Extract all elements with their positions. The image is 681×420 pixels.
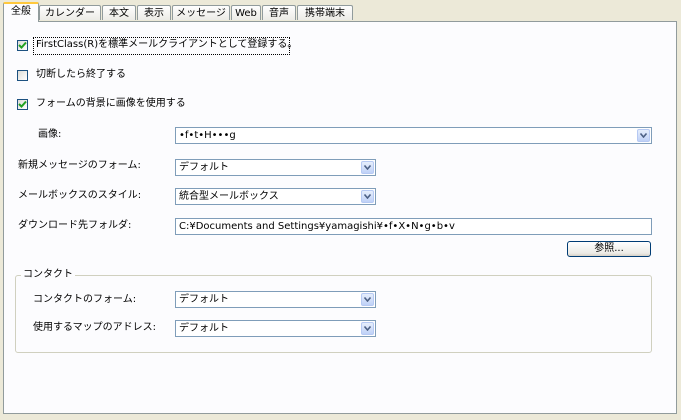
image-label: 画像: [38, 129, 62, 140]
download-folder-value: C:¥Documents and Settings¥yamagishi¥•f•X… [179, 221, 455, 232]
contact-form-label: コンタクトのフォーム: [33, 294, 137, 305]
chevron-down-icon [364, 165, 371, 170]
quit-on-disconnect-label: 切断したら終了する [36, 69, 126, 80]
mailbox-style-value: 統合型メールボックス [179, 191, 279, 202]
register-default-client-label: FirstClass(R)を標準メールクライアントとして登録する。 [36, 39, 298, 50]
mailbox-style-select[interactable]: 統合型メールボックス [175, 188, 376, 205]
tab-mobile[interactable]: 携帯端末 [297, 5, 353, 20]
check-icon [18, 100, 27, 108]
contact-form-value: デフォルト [179, 294, 229, 305]
mailbox-style-label: メールボックスのスタイル: [18, 190, 142, 201]
chevron-down-icon [364, 326, 371, 331]
contact-group [15, 275, 652, 353]
chevron-down-icon [364, 297, 371, 302]
chevron-down-icon [364, 194, 371, 199]
tab-display[interactable]: 表示 [137, 5, 171, 20]
quit-on-disconnect-checkbox[interactable] [17, 70, 28, 81]
tab-audio[interactable]: 音声 [262, 5, 296, 20]
tab-label: 表示 [144, 8, 164, 19]
tab-calendar[interactable]: カレンダー [39, 5, 101, 20]
browse-button[interactable]: 参照... [567, 241, 651, 257]
dropdown-button[interactable] [361, 322, 374, 335]
download-folder-label: ダウンロード先フォルダ: [18, 220, 132, 231]
background-image-label: フォームの背景に画像を使用する [36, 98, 186, 109]
tab-web[interactable]: Web [231, 5, 261, 20]
download-folder-input[interactable]: C:¥Documents and Settings¥yamagishi¥•f•X… [175, 218, 652, 235]
check-icon [18, 41, 27, 49]
tab-label: Web [235, 8, 257, 19]
general-panel: FirstClass(R)を標準メールクライアントとして登録する。 切断したら終… [3, 21, 677, 414]
dropdown-button[interactable] [637, 129, 650, 142]
new-message-form-label: 新規メッセージのフォーム: [18, 160, 141, 171]
tab-label: 全般 [11, 6, 31, 17]
chevron-down-icon [640, 133, 647, 138]
image-value: •f•t•H•••g [179, 130, 236, 141]
contact-group-title: コンタクト [21, 269, 75, 281]
dropdown-button[interactable] [361, 293, 374, 306]
map-address-select[interactable]: デフォルト [175, 320, 376, 337]
background-image-checkbox[interactable] [17, 99, 28, 110]
new-message-form-value: デフォルト [179, 162, 229, 173]
tab-body[interactable]: 本文 [102, 5, 136, 20]
map-address-value: デフォルト [179, 323, 229, 334]
tab-label: 携帯端末 [305, 8, 345, 19]
map-address-label: 使用するマップのアドレス: [33, 322, 156, 333]
tab-label: メッセージ [176, 8, 226, 19]
dropdown-button[interactable] [361, 190, 374, 203]
tab-label: 本文 [109, 8, 129, 19]
tab-label: カレンダー [45, 8, 95, 19]
register-default-client-checkbox[interactable] [17, 40, 28, 51]
dropdown-button[interactable] [361, 161, 374, 174]
tab-message[interactable]: メッセージ [172, 5, 230, 20]
new-message-form-select[interactable]: デフォルト [175, 159, 376, 176]
tab-general[interactable]: 全般 [3, 2, 39, 22]
contact-form-select[interactable]: デフォルト [175, 291, 376, 308]
tab-label: 音声 [269, 8, 289, 19]
image-select[interactable]: •f•t•H•••g [175, 127, 652, 144]
